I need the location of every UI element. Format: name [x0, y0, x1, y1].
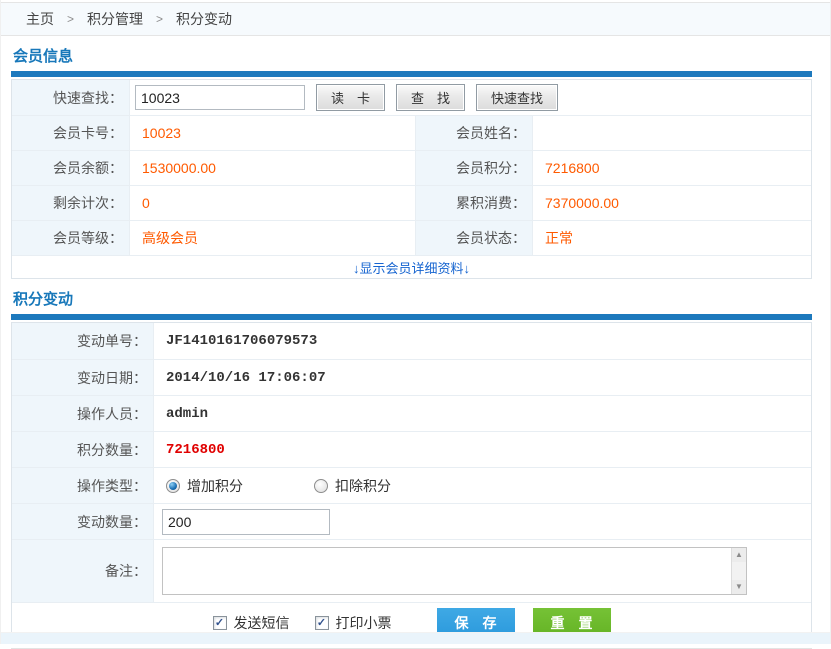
- member-info-title: 会员信息: [13, 45, 812, 66]
- deduct-points-option-label: 扣除积分: [335, 476, 391, 496]
- points-change-divider: [11, 314, 812, 320]
- balance-label: 会员余额：: [12, 151, 130, 185]
- page: 主页 > 积分管理 > 积分变动 会员信息 快速查找： 读 卡 查 找 快速查找…: [0, 0, 831, 644]
- checkbox-checked-icon[interactable]: ✓: [315, 616, 329, 630]
- breadcrumb-points-change[interactable]: 积分变动: [176, 9, 232, 29]
- card-no-label: 会员卡号：: [12, 116, 130, 150]
- deduct-points-option[interactable]: 扣除积分: [314, 476, 391, 496]
- change-date-value: 2014/10/16 17:06:07: [154, 360, 811, 395]
- read-card-button[interactable]: 读 卡: [316, 84, 385, 111]
- table-row: 积分数量： 7216800: [12, 431, 811, 467]
- table-row: 会员余额： 1530000.00 会员积分： 7216800: [12, 150, 811, 185]
- remark-row: 备注： ▲ ▼: [12, 539, 811, 602]
- member-status-value: 正常: [533, 221, 811, 255]
- breadcrumb-home[interactable]: 主页: [26, 9, 54, 29]
- operator-label: 操作人员：: [12, 396, 154, 431]
- member-points-label: 会员积分：: [415, 151, 533, 185]
- remaining-times-label: 剩余计次：: [12, 186, 130, 220]
- main-content: 会员信息 快速查找： 读 卡 查 找 快速查找 会员卡号： 10023 会员姓名…: [1, 45, 830, 649]
- radio-selected-icon[interactable]: [166, 479, 180, 493]
- quick-search-label: 快速查找：: [12, 80, 130, 115]
- card-no-value: 10023: [130, 116, 415, 150]
- balance-value: 1530000.00: [130, 151, 415, 185]
- member-info-table: 快速查找： 读 卡 查 找 快速查找 会员卡号： 10023 会员姓名： 会员余…: [11, 79, 812, 279]
- table-row: 操作人员： admin: [12, 395, 811, 431]
- add-points-option-label: 增加积分: [187, 476, 243, 496]
- quick-search-button[interactable]: 快速查找: [476, 84, 558, 111]
- member-points-value: 7216800: [533, 151, 811, 185]
- member-level-value: 高级会员: [130, 221, 415, 255]
- member-name-value: [533, 116, 811, 150]
- add-points-option[interactable]: 增加积分: [166, 476, 243, 496]
- scroll-up-icon[interactable]: ▲: [732, 548, 746, 562]
- change-amount-input[interactable]: [162, 509, 330, 535]
- page-footer-strip: [1, 632, 830, 644]
- breadcrumb-separator: >: [67, 12, 74, 26]
- breadcrumb-points-management[interactable]: 积分管理: [87, 9, 143, 29]
- table-row: 变动单号： JF1410161706079573: [12, 323, 811, 359]
- operation-type-row: 操作类型： 增加积分 扣除积分: [12, 467, 811, 503]
- send-sms-option[interactable]: ✓ 发送短信: [213, 613, 290, 633]
- scroll-down-icon[interactable]: ▼: [732, 580, 746, 594]
- order-no-label: 变动单号：: [12, 323, 154, 359]
- print-receipt-label: 打印小票: [336, 613, 392, 633]
- change-amount-label: 变动数量：: [12, 504, 154, 539]
- breadcrumb-separator: >: [156, 12, 163, 26]
- remaining-times-value: 0: [130, 186, 415, 220]
- quick-search-row: 快速查找： 读 卡 查 找 快速查找: [12, 80, 811, 115]
- order-no-value: JF1410161706079573: [154, 323, 811, 359]
- points-amount-label: 积分数量：: [12, 432, 154, 467]
- table-row: 会员卡号： 10023 会员姓名：: [12, 115, 811, 150]
- remark-textarea-wrap: ▲ ▼: [162, 547, 747, 595]
- send-sms-label: 发送短信: [234, 613, 290, 633]
- checkbox-checked-icon[interactable]: ✓: [213, 616, 227, 630]
- table-row: 变动日期： 2014/10/16 17:06:07: [12, 359, 811, 395]
- points-change-title: 积分变动: [13, 288, 812, 309]
- radio-unselected-icon[interactable]: [314, 479, 328, 493]
- remark-label: 备注：: [12, 540, 154, 602]
- operation-type-options: 增加积分 扣除积分: [166, 476, 391, 496]
- print-receipt-option[interactable]: ✓ 打印小票: [315, 613, 392, 633]
- points-change-table: 变动单号： JF1410161706079573 变动日期： 2014/10/1…: [11, 322, 812, 643]
- show-member-detail-link[interactable]: ↓显示会员详细资料↓: [12, 255, 811, 278]
- breadcrumb: 主页 > 积分管理 > 积分变动: [1, 2, 830, 36]
- member-name-label: 会员姓名：: [415, 116, 533, 150]
- total-spend-value: 7370000.00: [533, 186, 811, 220]
- search-button[interactable]: 查 找: [396, 84, 465, 111]
- member-level-label: 会员等级：: [12, 221, 130, 255]
- points-amount-value: 7216800: [154, 432, 811, 467]
- operator-value: admin: [154, 396, 811, 431]
- operation-type-label: 操作类型：: [12, 468, 154, 503]
- change-amount-row: 变动数量：: [12, 503, 811, 539]
- table-row: 剩余计次： 0 累积消费： 7370000.00: [12, 185, 811, 220]
- member-info-divider: [11, 71, 812, 77]
- total-spend-label: 累积消费：: [415, 186, 533, 220]
- quick-search-controls: 读 卡 查 找 快速查找: [130, 80, 811, 115]
- quick-search-input[interactable]: [135, 85, 305, 110]
- member-status-label: 会员状态：: [415, 221, 533, 255]
- textarea-scrollbar[interactable]: ▲ ▼: [731, 548, 746, 594]
- remark-textarea[interactable]: [162, 547, 747, 595]
- change-date-label: 变动日期：: [12, 360, 154, 395]
- table-row: 会员等级： 高级会员 会员状态： 正常: [12, 220, 811, 255]
